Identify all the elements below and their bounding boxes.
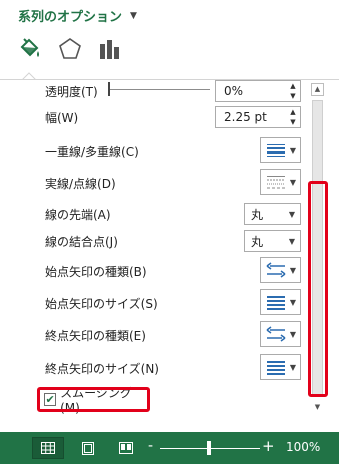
zoom-slider-thumb[interactable] [207, 441, 211, 455]
page-break-icon [119, 442, 133, 454]
spin-up-icon[interactable]: ▲ [286, 81, 300, 91]
status-bar: - + 100% [0, 432, 339, 464]
arrow-type-icon [266, 262, 286, 278]
arrow-size-icon [267, 361, 285, 375]
smoothing-highlight [37, 387, 150, 412]
join-type-value: 丸 [251, 234, 264, 249]
cap-type-row: 線の先端(A) [45, 203, 111, 225]
page-break-view-button[interactable] [110, 437, 142, 459]
line-options-panel: 透明度(T) 0% ▲ ▼ 幅(W) 2.25 pt ▲ ▼ 一重線/多重線(C… [0, 80, 307, 410]
compound-type-label: 一重線/多重線(C) [45, 144, 139, 159]
scroll-up-icon[interactable]: ▲ [311, 83, 324, 96]
zoom-level[interactable]: 100% [286, 440, 320, 454]
join-type-label: 線の結合点(J) [45, 234, 118, 249]
zoom-in-button[interactable]: + [262, 437, 275, 455]
cap-type-dropdown[interactable]: 丸 ▼ [244, 203, 301, 225]
transparency-row: 透明度(T) [45, 80, 98, 102]
chevron-down-icon: ▼ [289, 146, 296, 155]
begin-arrow-size-row: 始点矢印のサイズ(S) [45, 292, 158, 314]
end-arrow-size-label: 終点矢印のサイズ(N) [45, 361, 159, 376]
series-options-dropdown[interactable]: 系列のオプション ▼ [18, 6, 137, 25]
begin-arrow-type-label: 始点矢印の種類(B) [45, 264, 147, 279]
end-arrow-type-dropdown[interactable]: ▼ [260, 321, 301, 347]
bar-chart-icon [100, 40, 119, 59]
begin-arrow-size-dropdown[interactable]: ▼ [260, 289, 301, 315]
cap-type-label: 線の先端(A) [45, 207, 111, 222]
pentagon-icon [59, 38, 81, 59]
begin-arrow-type-row: 始点矢印の種類(B) [45, 260, 147, 282]
scroll-down-icon[interactable]: ▼ [311, 402, 324, 415]
chevron-down-icon: ▼ [130, 10, 137, 21]
transparency-slider[interactable] [110, 89, 210, 90]
cap-type-value: 丸 [251, 207, 264, 222]
join-type-row: 線の結合点(J) [45, 230, 118, 252]
fill-line-tab[interactable] [16, 36, 42, 62]
width-input[interactable]: 2.25 pt ▲ ▼ [215, 106, 301, 128]
chevron-down-icon: ▼ [289, 178, 296, 187]
dash-lines-icon [267, 176, 285, 189]
transparency-value: 0% [224, 84, 244, 98]
spin-down-icon[interactable]: ▼ [286, 117, 300, 127]
scrollbar-highlight [308, 181, 328, 397]
chevron-down-icon: ▼ [289, 298, 296, 307]
begin-arrow-type-dropdown[interactable]: ▼ [260, 257, 301, 283]
paint-bucket-icon [20, 38, 39, 57]
transparency-spinner[interactable]: ▲ ▼ [286, 81, 300, 101]
transparency-slider-thumb[interactable] [108, 82, 110, 96]
effects-tab[interactable] [57, 36, 83, 62]
chevron-down-icon: ▼ [289, 363, 296, 372]
series-options-tab[interactable] [97, 36, 123, 62]
arrow-type-icon [266, 326, 286, 342]
spin-up-icon[interactable]: ▲ [286, 107, 300, 117]
end-arrow-size-row: 終点矢印のサイズ(N) [45, 357, 159, 379]
format-pane-header: 系列のオプション ▼ [0, 0, 339, 80]
chevron-down-icon: ▼ [289, 330, 296, 339]
begin-arrow-size-label: 始点矢印のサイズ(S) [45, 296, 158, 311]
page-layout-icon [82, 441, 94, 455]
dash-type-row: 実線/点線(D) [45, 172, 116, 194]
normal-view-button[interactable] [32, 437, 64, 459]
compound-type-row: 一重線/多重線(C) [45, 140, 139, 162]
width-label: 幅(W) [45, 110, 79, 125]
width-row: 幅(W) [45, 106, 78, 128]
join-type-dropdown[interactable]: 丸 ▼ [244, 230, 301, 252]
zoom-out-button[interactable]: - [148, 438, 153, 454]
pane-title: 系列のオプション [18, 10, 123, 25]
compound-type-dropdown[interactable]: ▼ [260, 137, 301, 163]
page-layout-view-button[interactable] [72, 437, 104, 459]
dash-type-dropdown[interactable]: ▼ [260, 169, 301, 195]
end-arrow-type-row: 終点矢印の種類(E) [45, 324, 146, 346]
end-arrow-size-dropdown[interactable]: ▼ [260, 354, 301, 380]
chevron-down-icon: ▼ [289, 266, 296, 275]
width-value: 2.25 pt [224, 110, 267, 124]
chevron-down-icon: ▼ [288, 237, 295, 246]
dash-type-label: 実線/点線(D) [45, 176, 116, 191]
arrow-size-icon [267, 296, 285, 310]
width-spinner[interactable]: ▲ ▼ [286, 107, 300, 127]
spin-down-icon[interactable]: ▼ [286, 91, 300, 101]
grid-icon [41, 442, 55, 454]
transparency-input[interactable]: 0% ▲ ▼ [215, 80, 301, 102]
compound-lines-icon [267, 144, 285, 157]
end-arrow-type-label: 終点矢印の種類(E) [45, 328, 146, 343]
chevron-down-icon: ▼ [288, 210, 295, 219]
transparency-label: 透明度(T) [45, 84, 98, 99]
